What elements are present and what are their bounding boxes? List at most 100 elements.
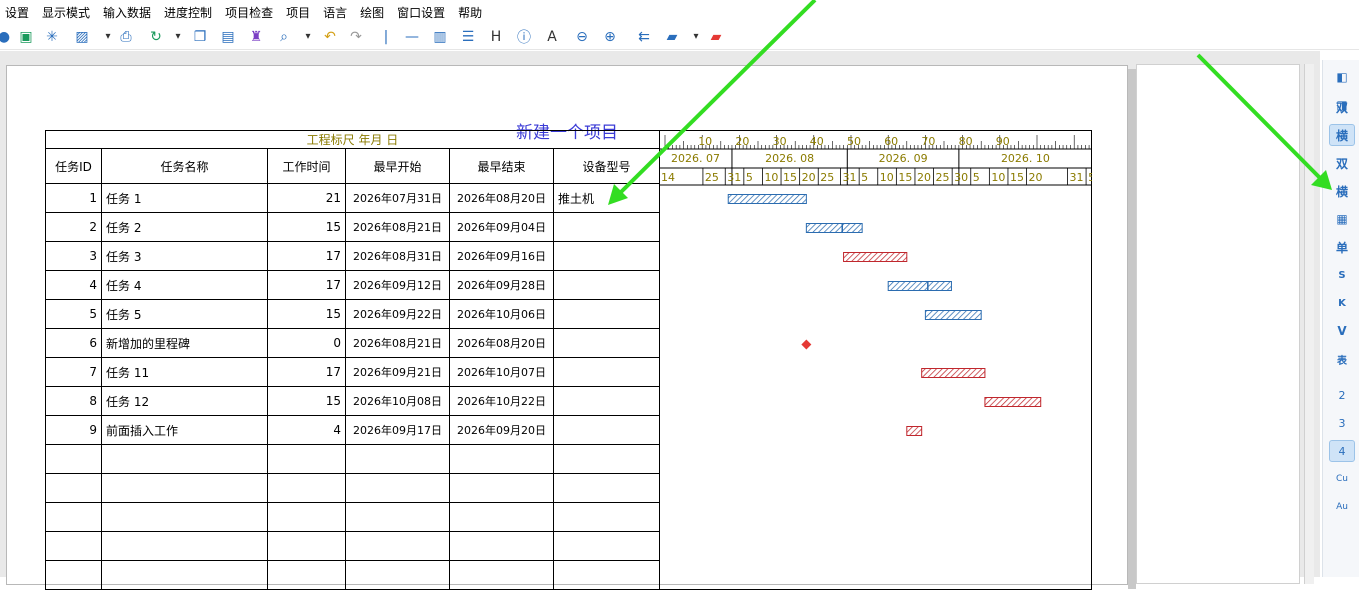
- au-button[interactable]: Au: [1329, 496, 1355, 518]
- device-cell[interactable]: [553, 415, 660, 445]
- empty-cell[interactable]: [267, 444, 346, 474]
- print-icon[interactable]: ⎙: [116, 26, 136, 48]
- empty-cell[interactable]: [345, 531, 450, 561]
- table-row[interactable]: 7 任务 11 17 2026年09月21日 2026年10月07日: [45, 357, 660, 387]
- empty-cell[interactable]: [45, 473, 102, 503]
- menu-item-6[interactable]: 语言: [323, 4, 347, 21]
- table-view-button[interactable]: 表: [1329, 348, 1355, 370]
- dropdown-icon[interactable]: ▾: [686, 26, 706, 48]
- start-cell[interactable]: 2026年10月08日: [345, 386, 450, 416]
- empty-cell[interactable]: [553, 473, 660, 503]
- empty-cell[interactable]: [345, 502, 450, 532]
- end-cell[interactable]: 2026年09月16日: [449, 241, 554, 271]
- duration-cell[interactable]: 17: [267, 270, 346, 300]
- task-name-cell[interactable]: 任务 11: [101, 357, 268, 387]
- empty-cell[interactable]: [345, 560, 450, 590]
- start-cell[interactable]: 2026年09月17日: [345, 415, 450, 445]
- task-id-cell[interactable]: 3: [45, 241, 102, 271]
- task-name-cell[interactable]: 任务 4: [101, 270, 268, 300]
- dropdown-icon[interactable]: ▾: [98, 26, 118, 48]
- duration-cell[interactable]: 17: [267, 241, 346, 271]
- task-name-cell[interactable]: 任务 2: [101, 212, 268, 242]
- empty-cell[interactable]: [45, 444, 102, 474]
- table-row[interactable]: 8 任务 12 15 2026年10月08日 2026年10月22日: [45, 386, 660, 416]
- device-cell[interactable]: [553, 386, 660, 416]
- empty-row[interactable]: [45, 444, 660, 474]
- duration-cell[interactable]: 15: [267, 299, 346, 329]
- table-row[interactable]: 5 任务 5 15 2026年09月22日 2026年10月06日: [45, 299, 660, 329]
- zoom-icon[interactable]: ⌕: [274, 26, 294, 48]
- start-cell[interactable]: 2026年08月21日: [345, 328, 450, 358]
- empty-cell[interactable]: [267, 531, 346, 561]
- start-cell[interactable]: 2026年09月22日: [345, 299, 450, 329]
- duration-cell[interactable]: 15: [267, 386, 346, 416]
- columns-icon[interactable]: ▥: [430, 26, 450, 48]
- empty-cell[interactable]: [101, 502, 268, 532]
- dual-add-button[interactable]: 双: [1329, 152, 1355, 174]
- empty-cell[interactable]: [45, 531, 102, 561]
- header-task-id[interactable]: 任务ID: [45, 148, 102, 184]
- task-name-cell[interactable]: 任务 1: [101, 183, 268, 213]
- end-cell[interactable]: 2026年10月07日: [449, 357, 554, 387]
- duration-cell[interactable]: 15: [267, 212, 346, 242]
- h-icon[interactable]: H: [486, 26, 506, 48]
- empty-cell[interactable]: [449, 531, 554, 561]
- zoom-out-icon[interactable]: ⊖: [572, 26, 592, 48]
- task-id-cell[interactable]: 8: [45, 386, 102, 416]
- cu-button[interactable]: Cu: [1329, 468, 1355, 490]
- empty-cell[interactable]: [101, 444, 268, 474]
- start-cell[interactable]: 2026年08月21日: [345, 212, 450, 242]
- start-cell[interactable]: 2026年07月31日: [345, 183, 450, 213]
- dropdown-icon[interactable]: ▾: [168, 26, 188, 48]
- undo-icon[interactable]: ↶: [320, 26, 340, 48]
- empty-cell[interactable]: [449, 473, 554, 503]
- menu-item-2[interactable]: 输入数据: [103, 4, 151, 21]
- sort-icon[interactable]: ☰: [458, 26, 478, 48]
- task-name-cell[interactable]: 新增加的里程碑: [101, 328, 268, 358]
- empty-row[interactable]: [45, 560, 660, 590]
- gantt-chart[interactable]: 10 20 30 40 50 60 70 80 90 2026. 07 2026. 08 2026. …: [659, 130, 1092, 590]
- empty-cell[interactable]: [267, 560, 346, 590]
- task-id-cell[interactable]: 4: [45, 270, 102, 300]
- device-cell[interactable]: [553, 241, 660, 271]
- menu-item-4[interactable]: 项目检查: [225, 4, 273, 21]
- duration-cell[interactable]: 0: [267, 328, 346, 358]
- a-underline-icon[interactable]: A: [542, 26, 562, 48]
- task-name-cell[interactable]: 任务 5: [101, 299, 268, 329]
- info-icon[interactable]: ⓘ: [514, 26, 534, 48]
- s-button[interactable]: S: [1329, 264, 1355, 286]
- table-row[interactable]: 1 任务 1 21 2026年07月31日 2026年08月20日 推土机: [45, 183, 660, 213]
- image-icon[interactable]: ▨: [72, 26, 92, 48]
- table-row[interactable]: 6 新增加的里程碑 0 2026年08月21日 2026年08月20日: [45, 328, 660, 358]
- device-cell[interactable]: [553, 357, 660, 387]
- empty-cell[interactable]: [267, 502, 346, 532]
- start-cell[interactable]: 2026年09月21日: [345, 357, 450, 387]
- empty-cell[interactable]: [45, 502, 102, 532]
- device-cell[interactable]: [553, 328, 660, 358]
- empty-cell[interactable]: [267, 473, 346, 503]
- hline-icon[interactable]: —: [402, 26, 422, 48]
- zoom-in-icon[interactable]: ⊕: [600, 26, 620, 48]
- end-cell[interactable]: 2026年09月20日: [449, 415, 554, 445]
- k-button[interactable]: K: [1329, 292, 1355, 314]
- end-cell[interactable]: 2026年10月06日: [449, 299, 554, 329]
- v-button[interactable]: V: [1329, 320, 1355, 342]
- empty-cell[interactable]: [345, 444, 450, 474]
- task-id-cell[interactable]: 7: [45, 357, 102, 387]
- horizontal-view-button[interactable]: 横: [1329, 124, 1355, 146]
- empty-cell[interactable]: [101, 531, 268, 561]
- menu-item-7[interactable]: 绘图: [360, 4, 384, 21]
- copy-icon[interactable]: ❐: [190, 26, 210, 48]
- duration-cell[interactable]: 21: [267, 183, 346, 213]
- folder-red-icon[interactable]: ▰: [706, 26, 726, 48]
- task-name-cell[interactable]: 前面插入工作: [101, 415, 268, 445]
- empty-cell[interactable]: [449, 560, 554, 590]
- paste-icon[interactable]: ▤: [218, 26, 238, 48]
- empty-cell[interactable]: [449, 444, 554, 474]
- empty-cell[interactable]: [101, 560, 268, 590]
- horizontal-add-button[interactable]: 横: [1329, 180, 1355, 202]
- device-cell[interactable]: [553, 299, 660, 329]
- empty-cell[interactable]: [345, 473, 450, 503]
- device-cell[interactable]: 推土机: [553, 183, 660, 213]
- header-earliest-end[interactable]: 最早结束: [449, 148, 554, 184]
